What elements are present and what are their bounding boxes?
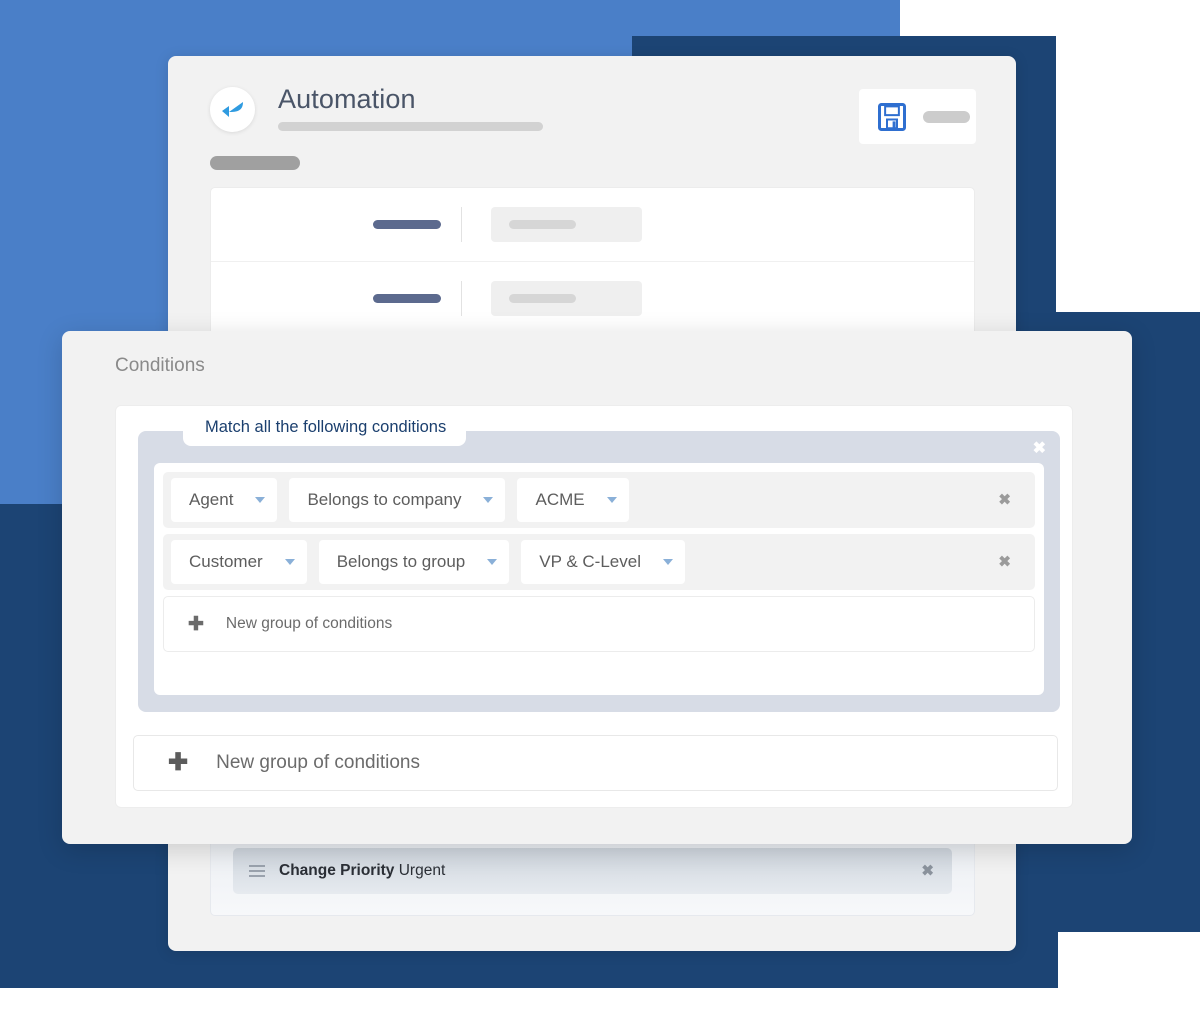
condition-operator-select[interactable]: Belongs to group [318, 540, 510, 584]
automation-header: Automation [168, 56, 1016, 176]
row-input-value-placeholder [509, 220, 576, 229]
title-subtitle-placeholder [278, 122, 543, 131]
condition-subject-value: Customer [189, 552, 263, 571]
screenshot-root: Automation Change Priority Urgent ✖ Cond… [0, 0, 1200, 1018]
chevron-down-icon [483, 497, 494, 503]
condition-value-value: VP & C-Level [539, 552, 641, 571]
action-item-text: Change Priority Urgent [279, 862, 445, 880]
condition-operator-value: Belongs to group [336, 552, 466, 571]
condition-group-match-tab[interactable]: Match all the following conditions [183, 409, 467, 446]
back-button[interactable] [210, 87, 255, 132]
table-row[interactable] [211, 261, 974, 334]
back-arrow-icon [221, 101, 243, 117]
add-new-group-inner-button[interactable]: ✚ New group of conditions [163, 596, 1035, 652]
table-row[interactable] [211, 188, 974, 261]
condition-row: Customer Belongs to group VP & C-Level ✖ [163, 534, 1035, 590]
add-new-group-outer-button[interactable]: ✚ New group of conditions [133, 735, 1058, 791]
condition-subject-select[interactable]: Agent [171, 478, 278, 522]
save-button[interactable] [859, 89, 976, 144]
action-item-name: Change Priority [279, 862, 395, 879]
close-group-button[interactable]: ✖ [1033, 441, 1046, 457]
remove-condition-button[interactable]: ✖ [998, 555, 1011, 570]
condition-subject-value: Agent [189, 490, 234, 509]
action-item-change-priority[interactable]: Change Priority Urgent ✖ [233, 848, 952, 894]
floppy-disk-save-icon [878, 102, 906, 131]
add-new-group-outer-label: New group of conditions [216, 752, 420, 773]
condition-value-value: ACME [535, 490, 585, 509]
plus-icon: ✚ [188, 613, 204, 635]
condition-value-select[interactable]: ACME [517, 478, 629, 522]
row-label-placeholder [373, 293, 441, 303]
conditions-heading: Conditions [115, 355, 205, 376]
condition-operator-select[interactable]: Belongs to company [289, 478, 506, 522]
row-divider [461, 280, 462, 316]
chevron-down-icon [255, 497, 266, 503]
condition-value-select[interactable]: VP & C-Level [521, 540, 685, 584]
chevron-down-icon [662, 559, 673, 565]
row-input-placeholder[interactable] [491, 207, 642, 242]
chevron-down-icon [284, 559, 295, 565]
condition-operator-value: Belongs to company [307, 490, 462, 509]
action-item-value: Urgent [398, 862, 446, 879]
page-title: Automation [278, 84, 416, 114]
remove-action-button[interactable]: ✖ [921, 864, 934, 879]
conditions-modal: Conditions Match all the following condi… [62, 331, 1132, 844]
row-input-placeholder[interactable] [491, 280, 642, 316]
remove-condition-button[interactable]: ✖ [998, 493, 1011, 508]
row-label-placeholder [373, 220, 441, 229]
conditions-body: Match all the following conditions ✖ Age… [115, 405, 1073, 808]
chevron-down-icon [606, 497, 617, 503]
save-label-placeholder [923, 110, 970, 123]
chevron-down-icon [487, 559, 498, 565]
plus-icon: ✚ [168, 749, 189, 776]
row-divider [461, 207, 462, 242]
row-input-value-placeholder [509, 293, 576, 303]
condition-subject-select[interactable]: Customer [171, 540, 307, 584]
drag-handle-icon[interactable] [249, 865, 265, 877]
section-tag-placeholder [210, 156, 300, 170]
condition-row: Agent Belongs to company ACME ✖ [163, 472, 1035, 528]
condition-group-inner: Agent Belongs to company ACME ✖ Customer… [154, 463, 1044, 695]
condition-group: Match all the following conditions ✖ Age… [138, 409, 1060, 712]
add-new-group-inner-label: New group of conditions [225, 615, 393, 632]
